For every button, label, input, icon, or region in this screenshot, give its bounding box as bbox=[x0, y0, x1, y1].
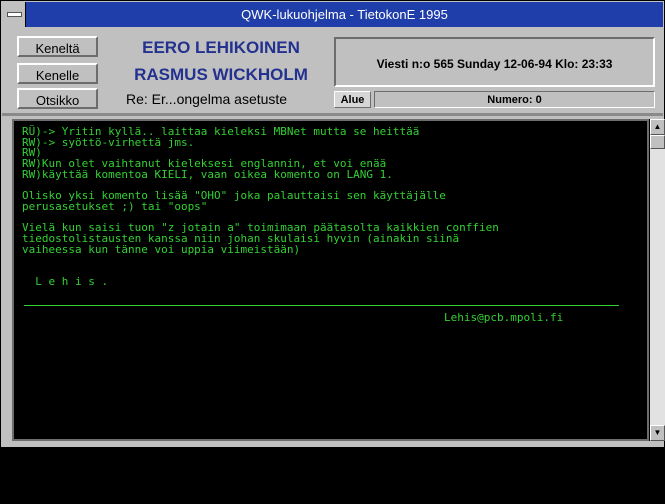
message-info-box: Viesti n:o 565 Sunday 12-06-94 Klo: 23:3… bbox=[334, 37, 655, 87]
subject-text: Re: Er...ongelma asetuste bbox=[126, 91, 288, 107]
message-header: Keneltä Kenelle Otsikko EERO LEHIKOINEN … bbox=[2, 27, 663, 113]
vertical-scrollbar[interactable]: ▲ ▼ bbox=[649, 119, 665, 441]
subject-button[interactable]: Otsikko bbox=[17, 88, 98, 109]
to-name: RASMUS WICKHOLM bbox=[134, 65, 308, 84]
system-menu-button[interactable] bbox=[2, 2, 26, 27]
window-title: QWK-lukuohjelma - TietokonE 1995 bbox=[241, 7, 448, 22]
signature-email: Lehis@pcb.mpoli.fi bbox=[444, 311, 564, 324]
from-button[interactable]: Keneltä bbox=[17, 36, 98, 57]
system-menu-icon bbox=[7, 12, 22, 17]
scroll-thumb[interactable] bbox=[650, 135, 665, 149]
message-text: RÜ)-> Yritin kyllä.. laittaa kieleksi MB… bbox=[22, 125, 499, 288]
number-display: Numero: 0 bbox=[374, 91, 655, 108]
scroll-down-icon[interactable]: ▼ bbox=[650, 425, 665, 441]
message-body-area[interactable]: RÜ)-> Yritin kyllä.. laittaa kieleksi MB… bbox=[12, 119, 649, 441]
scroll-track[interactable] bbox=[650, 135, 665, 425]
app-window: QWK-lukuohjelma - TietokonE 1995 Keneltä… bbox=[0, 0, 665, 448]
area-button[interactable]: Alue bbox=[334, 91, 371, 108]
signature-divider bbox=[24, 305, 619, 306]
title-bar[interactable]: QWK-lukuohjelma - TietokonE 1995 bbox=[2, 2, 663, 27]
scroll-up-icon[interactable]: ▲ bbox=[650, 119, 665, 135]
to-button[interactable]: Kenelle bbox=[17, 63, 98, 84]
header-divider bbox=[2, 113, 663, 116]
from-name: EERO LEHIKOINEN bbox=[142, 38, 300, 57]
